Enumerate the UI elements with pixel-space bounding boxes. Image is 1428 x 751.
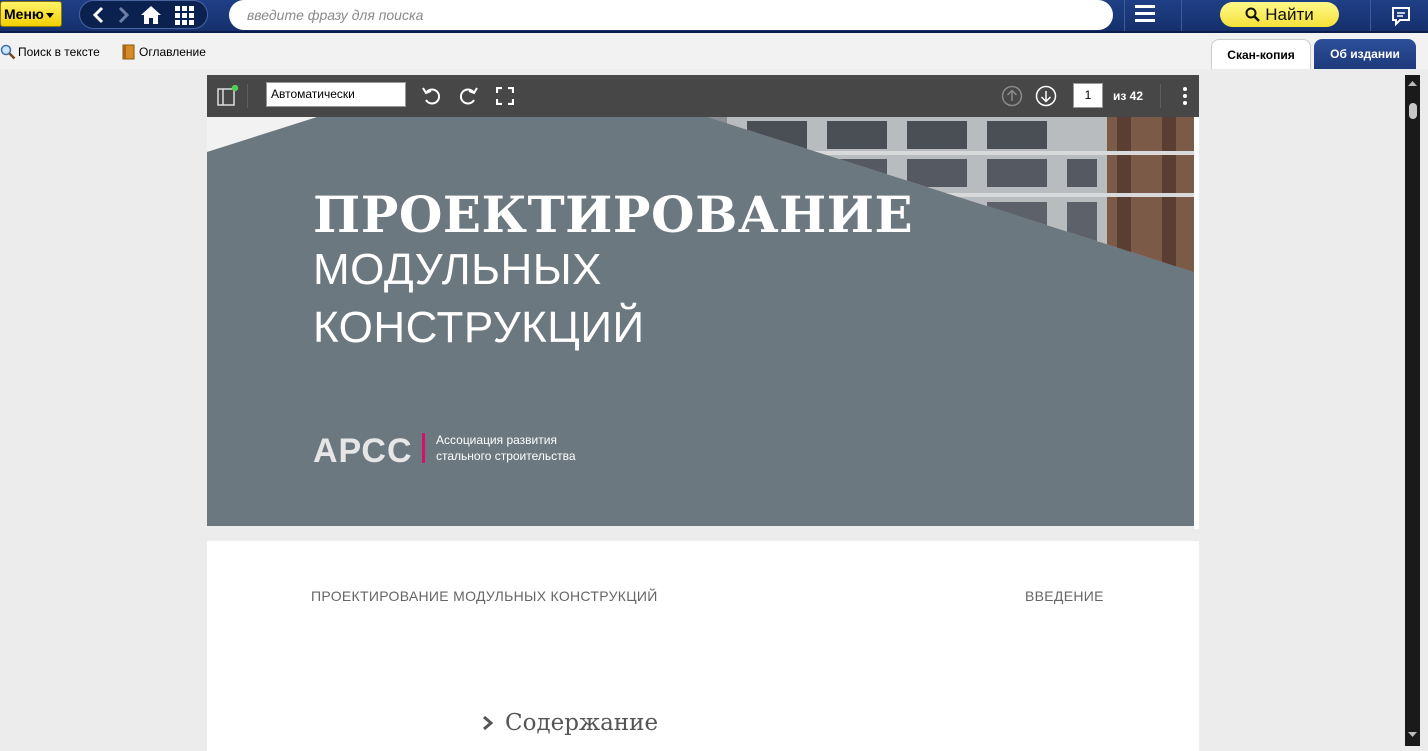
logo-divider [422, 433, 425, 463]
arss-logo: АРСС [313, 432, 413, 470]
forward-icon[interactable] [113, 3, 133, 27]
page-total: из 42 [1113, 89, 1144, 103]
search-in-text-label: Поиск в тексте [18, 45, 100, 59]
logo-caption: Ассоциация развития стального строительс… [436, 432, 576, 464]
find-label: Найти [1265, 4, 1314, 24]
menu-label: Меню [4, 6, 44, 22]
hamburger-menu-icon[interactable] [1135, 5, 1155, 25]
secondary-toolbar: Поиск в тексте Оглавление Скан-копия Об … [0, 33, 1428, 69]
toc-heading: Содержание [481, 710, 658, 736]
logo-caption-line: Ассоциация развития [436, 433, 557, 447]
page-number-input[interactable]: 1 [1073, 83, 1103, 108]
cover-title-bold: ПРОЕКТИРОВАНИЕ [313, 185, 914, 244]
running-header-title: ПРОЕКТИРОВАНИЕ МОДУЛЬНЫХ КОНСТРУКЦИЙ [311, 588, 658, 604]
fullscreen-icon[interactable] [493, 84, 517, 108]
search-in-text-button[interactable]: Поиск в тексте [0, 44, 100, 60]
search-icon [1245, 7, 1261, 22]
zoom-select[interactable]: Автоматически [266, 82, 406, 107]
back-icon[interactable] [86, 3, 110, 27]
tab-label: Об издании [1330, 47, 1400, 61]
tab-about-edition[interactable]: Об издании [1314, 39, 1416, 69]
magnifier-icon [0, 44, 16, 60]
tab-label: Скан-копия [1227, 47, 1295, 62]
find-button[interactable]: Найти [1220, 2, 1339, 27]
more-options-icon[interactable] [1175, 84, 1195, 108]
divider [1124, 0, 1125, 31]
toc-label: Содержание [505, 710, 659, 736]
tab-scan-copy[interactable]: Скан-копия [1211, 39, 1311, 69]
search-input[interactable] [245, 4, 949, 26]
sidebar-toggle-icon[interactable] [215, 84, 239, 108]
scroll-thumb[interactable] [1409, 103, 1417, 119]
divider [247, 84, 248, 108]
rotate-right-icon[interactable] [456, 84, 480, 108]
rotate-left-icon[interactable] [420, 84, 444, 108]
caret-down-icon [45, 12, 54, 18]
divider [1370, 0, 1371, 31]
previous-page-icon[interactable] [1000, 84, 1024, 108]
page-edge [1194, 117, 1199, 529]
menu-button[interactable]: Меню [0, 1, 62, 27]
divider [1181, 0, 1182, 31]
apps-grid-icon[interactable] [172, 3, 196, 27]
running-header-section: ВВЕДЕНИЕ [1025, 588, 1104, 604]
next-page-icon[interactable] [1034, 84, 1058, 108]
chevron-right-icon [483, 715, 494, 731]
logo-caption-line: стального строительства [436, 449, 576, 463]
cover-title-line-3: КОНСТРУКЦИЙ [313, 303, 645, 352]
pdf-page-cover: ПРОЕКТИРОВАНИЕ МОДУЛЬНЫХ КОНСТРУКЦИЙ АРС… [207, 117, 1194, 526]
divider [1160, 84, 1161, 108]
home-icon[interactable] [138, 3, 164, 27]
contents-button[interactable]: Оглавление [122, 44, 206, 60]
scroll-down-arrow-icon[interactable] [1405, 729, 1420, 741]
vertical-scrollbar[interactable] [1405, 75, 1420, 746]
book-icon [122, 44, 135, 60]
cover-title-line-2: МОДУЛЬНЫХ [313, 245, 603, 294]
navigation-group [79, 0, 208, 29]
pdf-viewer-toolbar: Автоматически 1 из 42 [207, 75, 1199, 117]
top-bar: Меню Найти [0, 0, 1428, 33]
contents-label: Оглавление [139, 45, 206, 59]
scroll-up-arrow-icon[interactable] [1405, 77, 1420, 89]
pdf-page-2: ПРОЕКТИРОВАНИЕ МОДУЛЬНЫХ КОНСТРУКЦИЙ ВВЕ… [207, 541, 1199, 751]
search-box: Найти [229, 0, 1339, 30]
feedback-message-icon[interactable] [1390, 5, 1412, 27]
